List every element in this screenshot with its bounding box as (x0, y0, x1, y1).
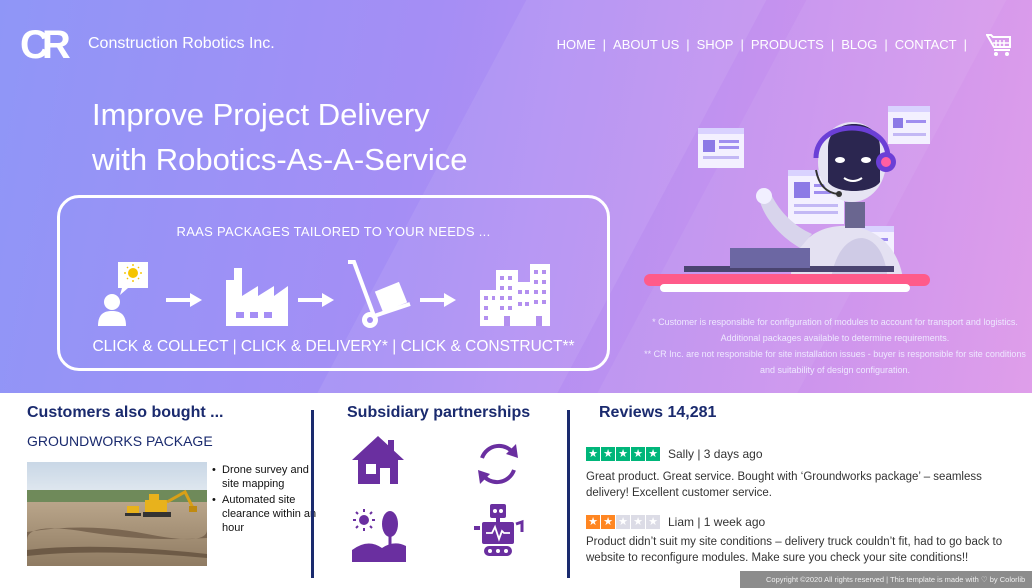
star-icon: ★ (586, 447, 600, 461)
star-icon: ★ (586, 515, 600, 529)
cart-icon[interactable] (986, 33, 1012, 57)
nav-about-us[interactable]: ABOUT US (613, 37, 679, 52)
star-icon: ★ (646, 447, 660, 461)
review-text: Product didn’t suit my site conditions –… (586, 536, 1003, 564)
star-rating: ★ ★ ★ ★ ★ (586, 515, 660, 529)
recycle-arrows-icon[interactable] (470, 436, 526, 492)
feature-item: Drone survey and site mapping (212, 463, 320, 491)
arrow-icon (166, 293, 202, 307)
robot-icon[interactable] (470, 502, 526, 558)
raas-steps: CLICK & COLLECT | CLICK & DELIVERY* | CL… (92, 338, 575, 355)
star-rating: ★ ★ ★ ★ ★ (586, 447, 660, 461)
review-text: Great product. Great service. Bought wit… (586, 471, 982, 499)
idea-person-icon (98, 262, 148, 326)
excavator-icon (125, 506, 141, 516)
arrow-icon (420, 293, 456, 307)
review-header: ★ ★ ★ ★ ★ Sally | 3 days ago (586, 447, 763, 461)
package-title[interactable]: GROUNDWORKS PACKAGE (27, 433, 213, 449)
robot-illustration (644, 106, 930, 292)
cr-logo[interactable]: CR (18, 14, 74, 70)
nav-blog[interactable]: BLOG (841, 37, 877, 52)
construction-site-image[interactable] (27, 462, 207, 566)
main-nav: HOME | ABOUT US | SHOP | PRODUCTS | BLOG… (557, 37, 974, 52)
nav-shop[interactable]: SHOP (697, 37, 734, 52)
nav-separator: | (740, 37, 744, 52)
nav-contact[interactable]: CONTACT (895, 37, 957, 52)
star-icon: ★ (631, 447, 645, 461)
hero-headline: Improve Project Delivery with Robotics-A… (92, 92, 468, 182)
svg-text:CR: CR (20, 23, 71, 67)
star-icon: ★ (601, 515, 615, 529)
star-icon: ★ (631, 515, 645, 529)
star-icon: ★ (601, 447, 615, 461)
feature-item: Automated site clearance within an hour (212, 493, 320, 535)
raas-process-icons (98, 260, 550, 328)
customers-title: Customers also bought ... (27, 404, 224, 421)
footer-copyright: Copyright ©2020 All rights reserved | Th… (740, 571, 1032, 588)
disclaimer-line: ** CR Inc. are not responsible for site … (644, 349, 1026, 375)
sun-tree-hills-icon[interactable] (350, 506, 406, 562)
nav-home[interactable]: HOME (557, 37, 596, 52)
disclaimer-line: * Customer is responsible for configurat… (652, 317, 1018, 343)
column-divider (567, 410, 570, 578)
nav-separator: | (830, 37, 835, 52)
company-name[interactable]: Construction Robotics Inc. (88, 35, 275, 53)
hand-truck-icon (348, 260, 411, 328)
house-icon[interactable] (350, 432, 406, 488)
star-icon: ★ (616, 515, 630, 529)
package-features: Drone survey and site mapping Automated … (212, 463, 320, 537)
review-author: Sally | 3 days ago (668, 447, 763, 461)
nav-separator: | (884, 37, 888, 52)
star-icon: ★ (646, 515, 660, 529)
reviews-title: Reviews 14,281 (599, 404, 717, 421)
review-header: ★ ★ ★ ★ ★ Liam | 1 week ago (586, 515, 765, 529)
raas-title: RAAS PACKAGES TAILORED TO YOUR NEEDS ... (176, 224, 491, 239)
headline-line: with Robotics-As-A-Service (92, 142, 468, 177)
nav-separator: | (963, 37, 967, 52)
hero-banner: CR Construction Robotics Inc. HOME | ABO… (0, 0, 1032, 393)
nav-products[interactable]: PRODUCTS (751, 37, 824, 52)
disclaimer: * Customer is responsible for configurat… (640, 314, 1030, 378)
review-author: Liam | 1 week ago (668, 515, 766, 529)
raas-packages-box[interactable]: RAAS PACKAGES TAILORED TO YOUR NEEDS ... (57, 195, 610, 371)
headline-line: Improve Project Delivery (92, 97, 430, 132)
ui-panel-icon (888, 106, 930, 144)
column-divider (311, 410, 314, 578)
star-icon: ★ (616, 447, 630, 461)
city-buildings-icon (480, 264, 550, 326)
subsidiary-title: Subsidiary partnerships (347, 404, 531, 421)
factory-icon (226, 268, 288, 326)
ui-panel-icon (698, 128, 744, 168)
arrow-icon (298, 293, 334, 307)
nav-separator: | (686, 37, 690, 52)
nav-separator: | (602, 37, 607, 52)
